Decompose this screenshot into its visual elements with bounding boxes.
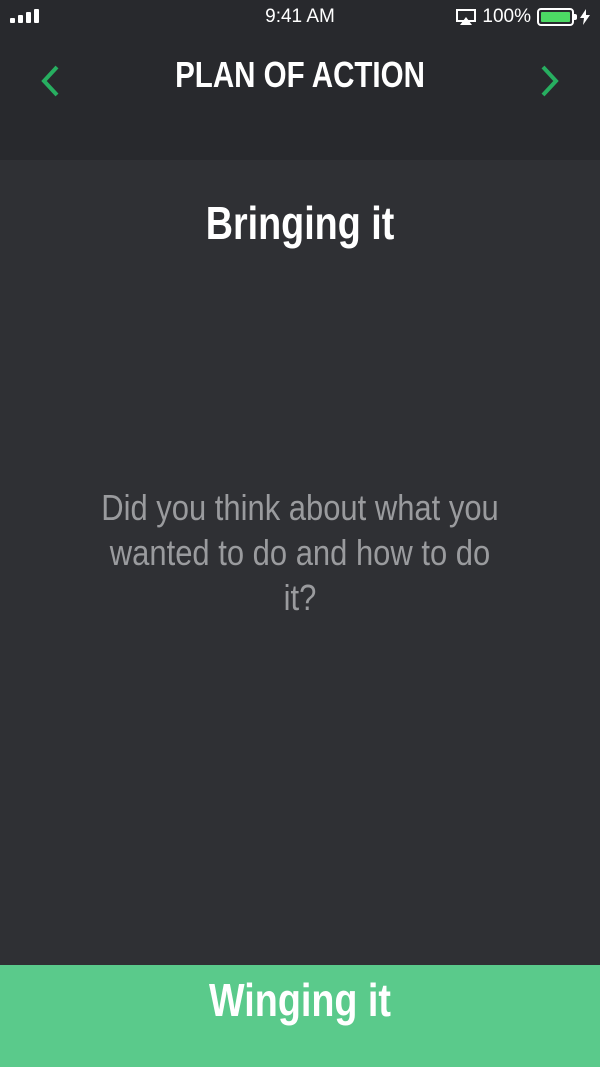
battery-percent: 100% <box>482 6 531 27</box>
status-bar: 9:41 AM 100% <box>0 0 600 34</box>
page-title: PLAN OF ACTION <box>175 54 425 95</box>
airplay-icon <box>456 9 477 25</box>
battery-icon <box>537 8 577 26</box>
winging-it-button[interactable]: Winging it <box>0 965 600 1067</box>
charging-bolt-icon <box>580 9 590 25</box>
battery-fill <box>541 12 570 22</box>
level-title: Bringing it <box>205 197 395 249</box>
winging-it-label: Winging it <box>209 974 391 1026</box>
question-text: Did you think about what you wanted to d… <box>101 487 499 618</box>
chevron-right-icon[interactable] <box>533 64 563 98</box>
status-right-group: 100% <box>456 6 590 28</box>
main-content: Bringing it Did you think about what you… <box>0 160 600 965</box>
header: PLAN OF ACTION <box>0 34 600 160</box>
